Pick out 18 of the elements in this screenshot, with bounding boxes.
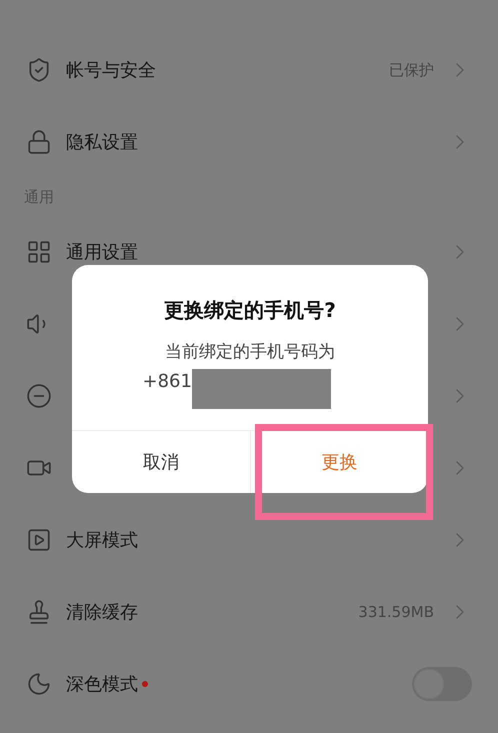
dialog-title: 更换绑定的手机号? xyxy=(164,297,336,324)
row-icon xyxy=(26,129,52,155)
row-label[interactable]: 帐号与安全 xyxy=(66,58,156,82)
phone-number: +861 xyxy=(142,370,192,394)
cancel-button[interactable]: 取消 xyxy=(72,431,250,493)
row-label[interactable]: 隐私设置 xyxy=(66,130,138,154)
row-icon xyxy=(26,239,52,265)
row-icon xyxy=(26,383,52,409)
row-icon xyxy=(26,671,52,697)
row-label[interactable]: 清除缓存 xyxy=(66,600,138,624)
row-label[interactable]: 深色模式 xyxy=(66,672,138,696)
confirm-button[interactable]: 更换 xyxy=(250,431,428,493)
row-value: 已保护 xyxy=(389,60,434,80)
row-label[interactable]: 通用设置 xyxy=(66,240,138,264)
row-value: 331.59MB xyxy=(358,603,434,621)
row-icon xyxy=(26,527,52,553)
dialog-message: 当前绑定的手机号码为 xyxy=(165,341,335,363)
row-label[interactable]: 大屏模式 xyxy=(66,528,138,552)
